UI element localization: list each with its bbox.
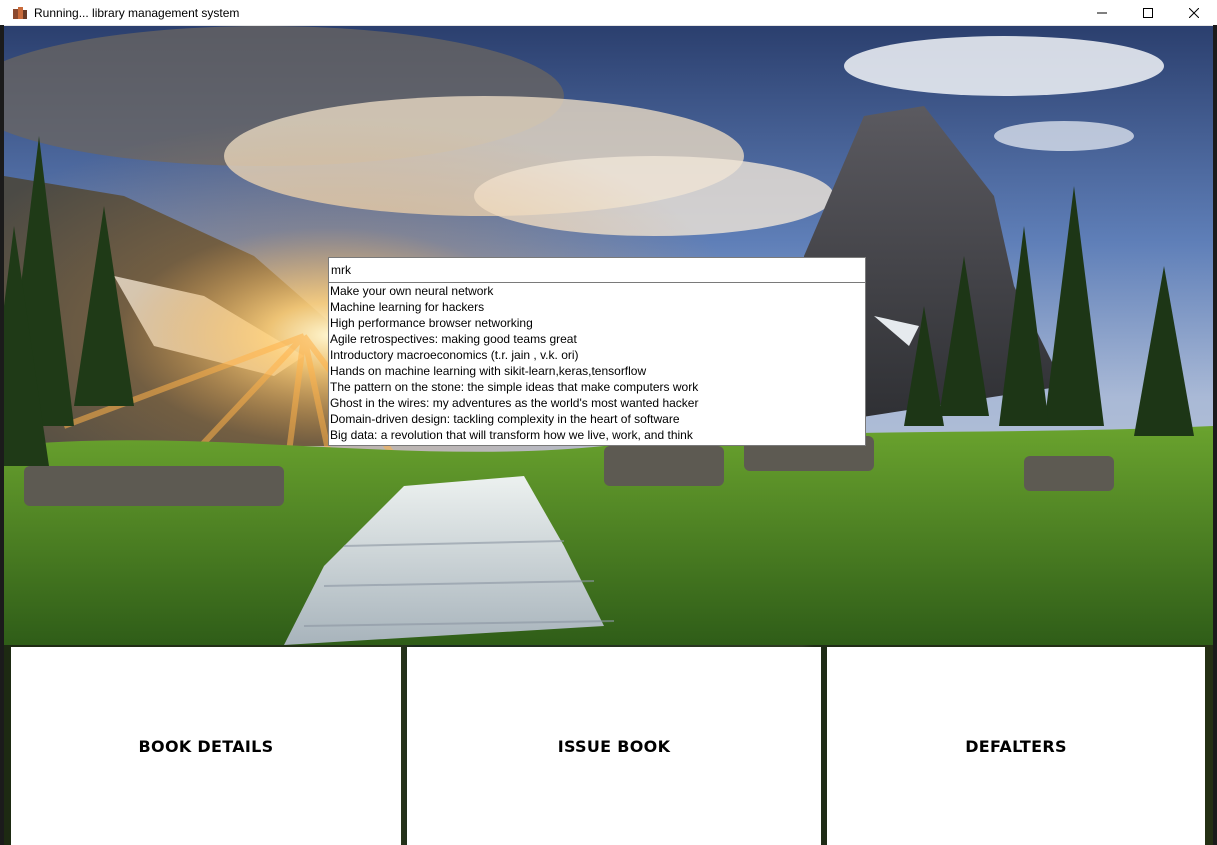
window-right-border <box>1213 25 1217 845</box>
title-bar[interactable]: Running... library management system <box>0 0 1217 26</box>
maximize-button[interactable] <box>1125 0 1171 25</box>
book-search-autocomplete: Make your own neural network Machine lea… <box>328 257 866 446</box>
suggestion-item[interactable]: Domain-driven design: tackling complexit… <box>329 411 865 427</box>
menu-cards: BOOK DETAILS ISSUE BOOK DEFALTERS <box>4 645 1213 845</box>
suggestion-item[interactable]: Ghost in the wires: my adventures as the… <box>329 395 865 411</box>
book-details-label: BOOK DETAILS <box>138 736 274 756</box>
suggestion-item[interactable]: Make your own neural network <box>329 283 865 299</box>
book-details-button[interactable]: BOOK DETAILS <box>11 647 401 845</box>
issue-book-button[interactable]: ISSUE BOOK <box>407 647 821 845</box>
suggestion-list: Make your own neural network Machine lea… <box>328 283 866 446</box>
maximize-icon <box>1143 7 1153 18</box>
minimize-button[interactable] <box>1079 0 1125 25</box>
main-content: Make your own neural network Machine lea… <box>4 26 1213 645</box>
window-controls <box>1079 0 1217 25</box>
suggestion-item[interactable]: Introductory macroeconomics (t.r. jain ,… <box>329 347 865 363</box>
defalters-label: DEFALTERS <box>965 736 1067 756</box>
minimize-icon <box>1097 12 1107 13</box>
suggestion-item[interactable]: Big data: a revolution that will transfo… <box>329 427 865 443</box>
suggestion-item[interactable]: Hands on machine learning with sikit-lea… <box>329 363 865 379</box>
defalters-button[interactable]: DEFALTERS <box>827 647 1205 845</box>
issue-book-label: ISSUE BOOK <box>557 736 671 756</box>
window-title: Running... library management system <box>34 5 240 20</box>
suggestion-item[interactable]: Agile retrospectives: making good teams … <box>329 331 865 347</box>
book-search-input[interactable] <box>328 257 866 283</box>
suggestion-item[interactable]: Machine learning for hackers <box>329 299 865 315</box>
app-window: Running... library management system mrk… <box>0 0 1217 845</box>
suggestion-item[interactable]: The pattern on the stone: the simple ide… <box>329 379 865 395</box>
books-app-icon <box>12 6 28 20</box>
close-button[interactable] <box>1171 0 1217 25</box>
close-icon <box>1189 7 1199 18</box>
suggestion-item[interactable]: High performance browser networking <box>329 315 865 331</box>
